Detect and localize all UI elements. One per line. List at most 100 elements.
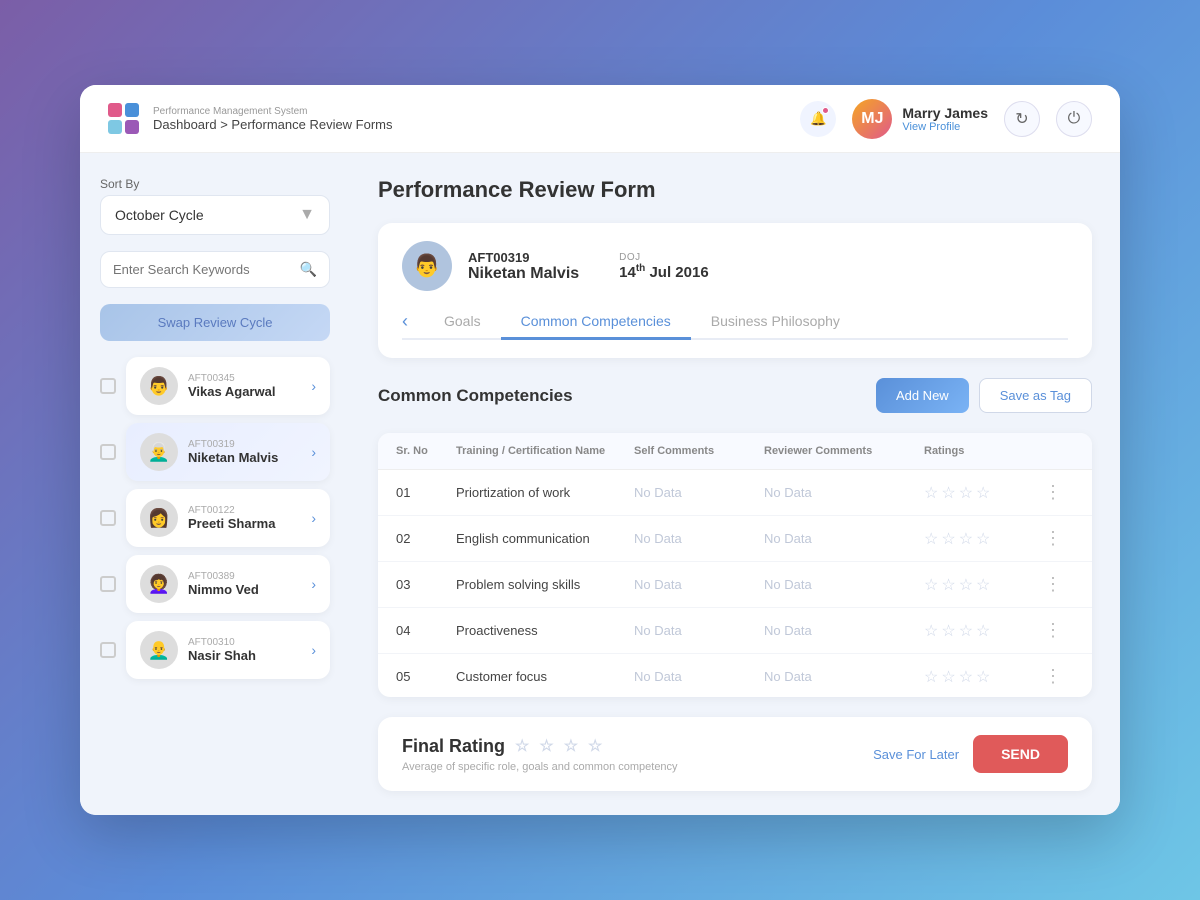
employee-form-name: Niketan Malvis — [468, 265, 579, 283]
employee-header-card: 👨 AFT00319 Niketan Malvis DOJ 14th Jul 2… — [378, 223, 1092, 358]
save-as-tag-button[interactable]: Save as Tag — [979, 378, 1092, 413]
more-options-icon[interactable]: ⋮ — [1044, 620, 1074, 641]
employee-doj-section: DOJ 14th Jul 2016 — [619, 252, 709, 281]
star-icon[interactable]: ☆ — [959, 667, 973, 687]
refresh-icon: ↻ — [1015, 109, 1028, 129]
tab-goals[interactable]: Goals — [424, 305, 501, 340]
row3-sr: 03 — [396, 577, 456, 592]
notification-button[interactable]: 🔔 — [800, 101, 836, 137]
power-button[interactable]: ⏻ — [1056, 101, 1092, 137]
employee-name-2: Niketan Malvis — [188, 450, 301, 465]
row1-reviewer: No Data — [764, 485, 924, 500]
view-profile-link[interactable]: View Profile — [902, 121, 988, 133]
send-button[interactable]: SEND — [973, 735, 1068, 773]
employee-avatar-3: 👩 — [140, 499, 178, 537]
table-row: 03 Problem solving skills No Data No Dat… — [378, 562, 1092, 608]
employee-checkbox-2[interactable] — [100, 444, 116, 460]
star-icon[interactable]: ☆ — [941, 575, 955, 595]
chevron-right-icon-5: › — [311, 642, 316, 658]
employee-card-4[interactable]: 👩‍🦱 AFT00389 Nimmo Ved › — [126, 555, 330, 613]
swap-review-cycle-button[interactable]: Swap Review Cycle — [100, 304, 330, 341]
back-button[interactable]: ‹ — [402, 311, 408, 332]
more-options-icon[interactable]: ⋮ — [1044, 574, 1074, 595]
col-header-ratings: Ratings — [924, 445, 1044, 457]
employee-checkbox-1[interactable] — [100, 378, 116, 394]
employee-id-3: AFT00122 — [188, 505, 301, 516]
final-star-icon[interactable]: ☆ — [515, 736, 529, 756]
header-titles: Performance Management System Dashboard … — [153, 106, 393, 132]
row1-rating: ☆ ☆ ☆ ☆ — [924, 483, 1044, 503]
sort-dropdown[interactable]: October Cycle ▼ — [100, 195, 330, 235]
star-icon[interactable]: ☆ — [959, 621, 973, 641]
star-icon[interactable]: ☆ — [941, 621, 955, 641]
employee-card-2[interactable]: 👨‍🦳 AFT00319 Niketan Malvis › — [126, 423, 330, 481]
doj-value: 14th Jul 2016 — [619, 263, 709, 281]
employee-checkbox-3[interactable] — [100, 510, 116, 526]
final-star-icon[interactable]: ☆ — [588, 736, 602, 756]
employee-avatar-5: 👨‍🦲 — [140, 631, 178, 669]
more-options-icon[interactable]: ⋮ — [1044, 666, 1074, 687]
row3-reviewer: No Data — [764, 577, 924, 592]
employee-info-4: AFT00389 Nimmo Ved — [188, 571, 301, 597]
star-icon[interactable]: ☆ — [924, 575, 938, 595]
more-options-icon[interactable]: ⋮ — [1044, 482, 1074, 503]
employee-info-1: AFT00345 Vikas Agarwal — [188, 373, 301, 399]
tabs: ‹ Goals Common Competencies Business Phi… — [402, 305, 1068, 340]
star-icon[interactable]: ☆ — [941, 529, 955, 549]
save-for-later-button[interactable]: Save For Later — [873, 747, 959, 762]
col-header-reviewer: Reviewer Comments — [764, 445, 924, 457]
employee-name-3: Preeti Sharma — [188, 516, 301, 531]
final-star-icon[interactable]: ☆ — [564, 736, 578, 756]
tab-common-competencies[interactable]: Common Competencies — [501, 305, 691, 340]
sort-value: October Cycle — [115, 207, 204, 223]
star-icon[interactable]: ☆ — [976, 483, 990, 503]
employee-card-5[interactable]: 👨‍🦲 AFT00310 Nasir Shah › — [126, 621, 330, 679]
add-new-button[interactable]: Add New — [876, 378, 969, 413]
competencies-table: Sr. No Training / Certification Name Sel… — [378, 433, 1092, 697]
star-icon[interactable]: ☆ — [976, 621, 990, 641]
list-item: 👩 AFT00122 Preeti Sharma › — [100, 489, 330, 547]
row3-self: No Data — [634, 577, 764, 592]
search-icon: 🔍 — [300, 261, 317, 278]
employee-id-section: AFT00319 Niketan Malvis — [468, 250, 579, 283]
app-logo — [108, 103, 139, 134]
star-icon[interactable]: ☆ — [941, 667, 955, 687]
star-icon[interactable]: ☆ — [959, 483, 973, 503]
final-rating-left: Final Rating ☆ ☆ ☆ ☆ Average of specific… — [402, 736, 678, 773]
employee-card-1[interactable]: 👨 AFT00345 Vikas Agarwal › — [126, 357, 330, 415]
star-icon[interactable]: ☆ — [924, 529, 938, 549]
search-input[interactable] — [113, 262, 292, 277]
star-icon[interactable]: ☆ — [924, 621, 938, 641]
logo-cell-3 — [108, 120, 122, 134]
table-row: 04 Proactiveness No Data No Data ☆ ☆ ☆ ☆… — [378, 608, 1092, 654]
employee-checkbox-5[interactable] — [100, 642, 116, 658]
star-icon[interactable]: ☆ — [959, 575, 973, 595]
final-rating-card: Final Rating ☆ ☆ ☆ ☆ Average of specific… — [378, 717, 1092, 791]
star-icon[interactable]: ☆ — [976, 529, 990, 549]
chevron-right-icon-1: › — [311, 378, 316, 394]
star-icon[interactable]: ☆ — [924, 667, 938, 687]
tab-business-philosophy[interactable]: Business Philosophy — [691, 305, 860, 340]
star-icon[interactable]: ☆ — [924, 483, 938, 503]
row5-reviewer: No Data — [764, 669, 924, 684]
employee-form-id: AFT00319 — [468, 250, 579, 265]
star-icon[interactable]: ☆ — [959, 529, 973, 549]
row4-reviewer: No Data — [764, 623, 924, 638]
star-icon[interactable]: ☆ — [941, 483, 955, 503]
employee-checkbox-4[interactable] — [100, 576, 116, 592]
employee-card-3[interactable]: 👩 AFT00122 Preeti Sharma › — [126, 489, 330, 547]
star-icon[interactable]: ☆ — [976, 575, 990, 595]
breadcrumb: Dashboard > Performance Review Forms — [153, 117, 393, 132]
more-options-icon[interactable]: ⋮ — [1044, 528, 1074, 549]
row4-sr: 04 — [396, 623, 456, 638]
user-text: Marry James View Profile — [902, 105, 988, 133]
employee-header-avatar: 👨 — [402, 241, 452, 291]
header: Performance Management System Dashboard … — [80, 85, 1120, 153]
table-header: Sr. No Training / Certification Name Sel… — [378, 433, 1092, 470]
doj-label: DOJ — [619, 252, 709, 263]
employee-list: 👨 AFT00345 Vikas Agarwal › 👨‍🦳 AFT00319 — [100, 357, 330, 679]
star-icon[interactable]: ☆ — [976, 667, 990, 687]
refresh-button[interactable]: ↻ — [1004, 101, 1040, 137]
final-star-icon[interactable]: ☆ — [539, 736, 553, 756]
employee-info-3: AFT00122 Preeti Sharma — [188, 505, 301, 531]
